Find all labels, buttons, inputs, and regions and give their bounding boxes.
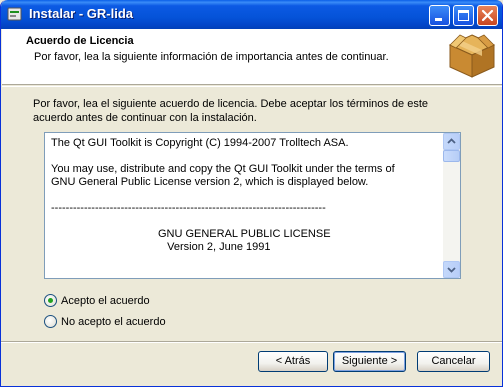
maximize-button[interactable]	[453, 5, 474, 26]
wizard-header: Acuerdo de Licencia Por favor, lea la si…	[2, 29, 502, 85]
box-icon	[446, 31, 498, 81]
decline-radio[interactable]	[44, 315, 57, 328]
chevron-up-icon	[447, 138, 456, 144]
page-title: Acuerdo de Licencia	[26, 35, 134, 47]
accept-radio[interactable]	[44, 294, 57, 307]
decline-label: No acepto el acuerdo	[61, 315, 166, 328]
scroll-down-button[interactable]	[443, 261, 460, 278]
minimize-icon	[435, 18, 442, 21]
title-bar[interactable]: Instalar - GR-lida	[1, 0, 502, 29]
maximize-icon	[458, 10, 469, 21]
license-instructions: Por favor, lea el siguiente acuerdo de l…	[33, 98, 429, 124]
chevron-down-icon	[447, 267, 456, 273]
license-text-area[interactable]: The Qt GUI Toolkit is Copyright (C) 1994…	[44, 132, 461, 279]
cancel-button[interactable]: Cancelar	[417, 351, 490, 372]
license-text: The Qt GUI Toolkit is Copyright (C) 1994…	[51, 137, 395, 253]
installer-icon	[7, 6, 23, 22]
scroll-up-button[interactable]	[443, 133, 460, 150]
decline-option[interactable]: No acepto el acuerdo	[44, 315, 166, 328]
window-title: Instalar - GR-lida	[29, 6, 134, 21]
accept-label: Acepto el acuerdo	[61, 294, 150, 307]
scroll-thumb[interactable]	[443, 150, 460, 162]
close-button[interactable]	[477, 5, 498, 26]
minimize-button[interactable]	[429, 5, 450, 26]
next-button[interactable]: Siguiente >	[333, 351, 406, 372]
close-icon	[481, 9, 494, 22]
header-divider	[2, 86, 502, 87]
installer-window: Instalar - GR-lida Acuerdo de Licencia P…	[0, 0, 503, 387]
back-button[interactable]: < Atrás	[258, 351, 328, 372]
page-subtitle: Por favor, lea la siguiente información …	[34, 51, 389, 63]
footer-divider-highlight	[1, 342, 502, 343]
accept-option[interactable]: Acepto el acuerdo	[44, 294, 150, 307]
vertical-scrollbar[interactable]	[443, 133, 460, 278]
